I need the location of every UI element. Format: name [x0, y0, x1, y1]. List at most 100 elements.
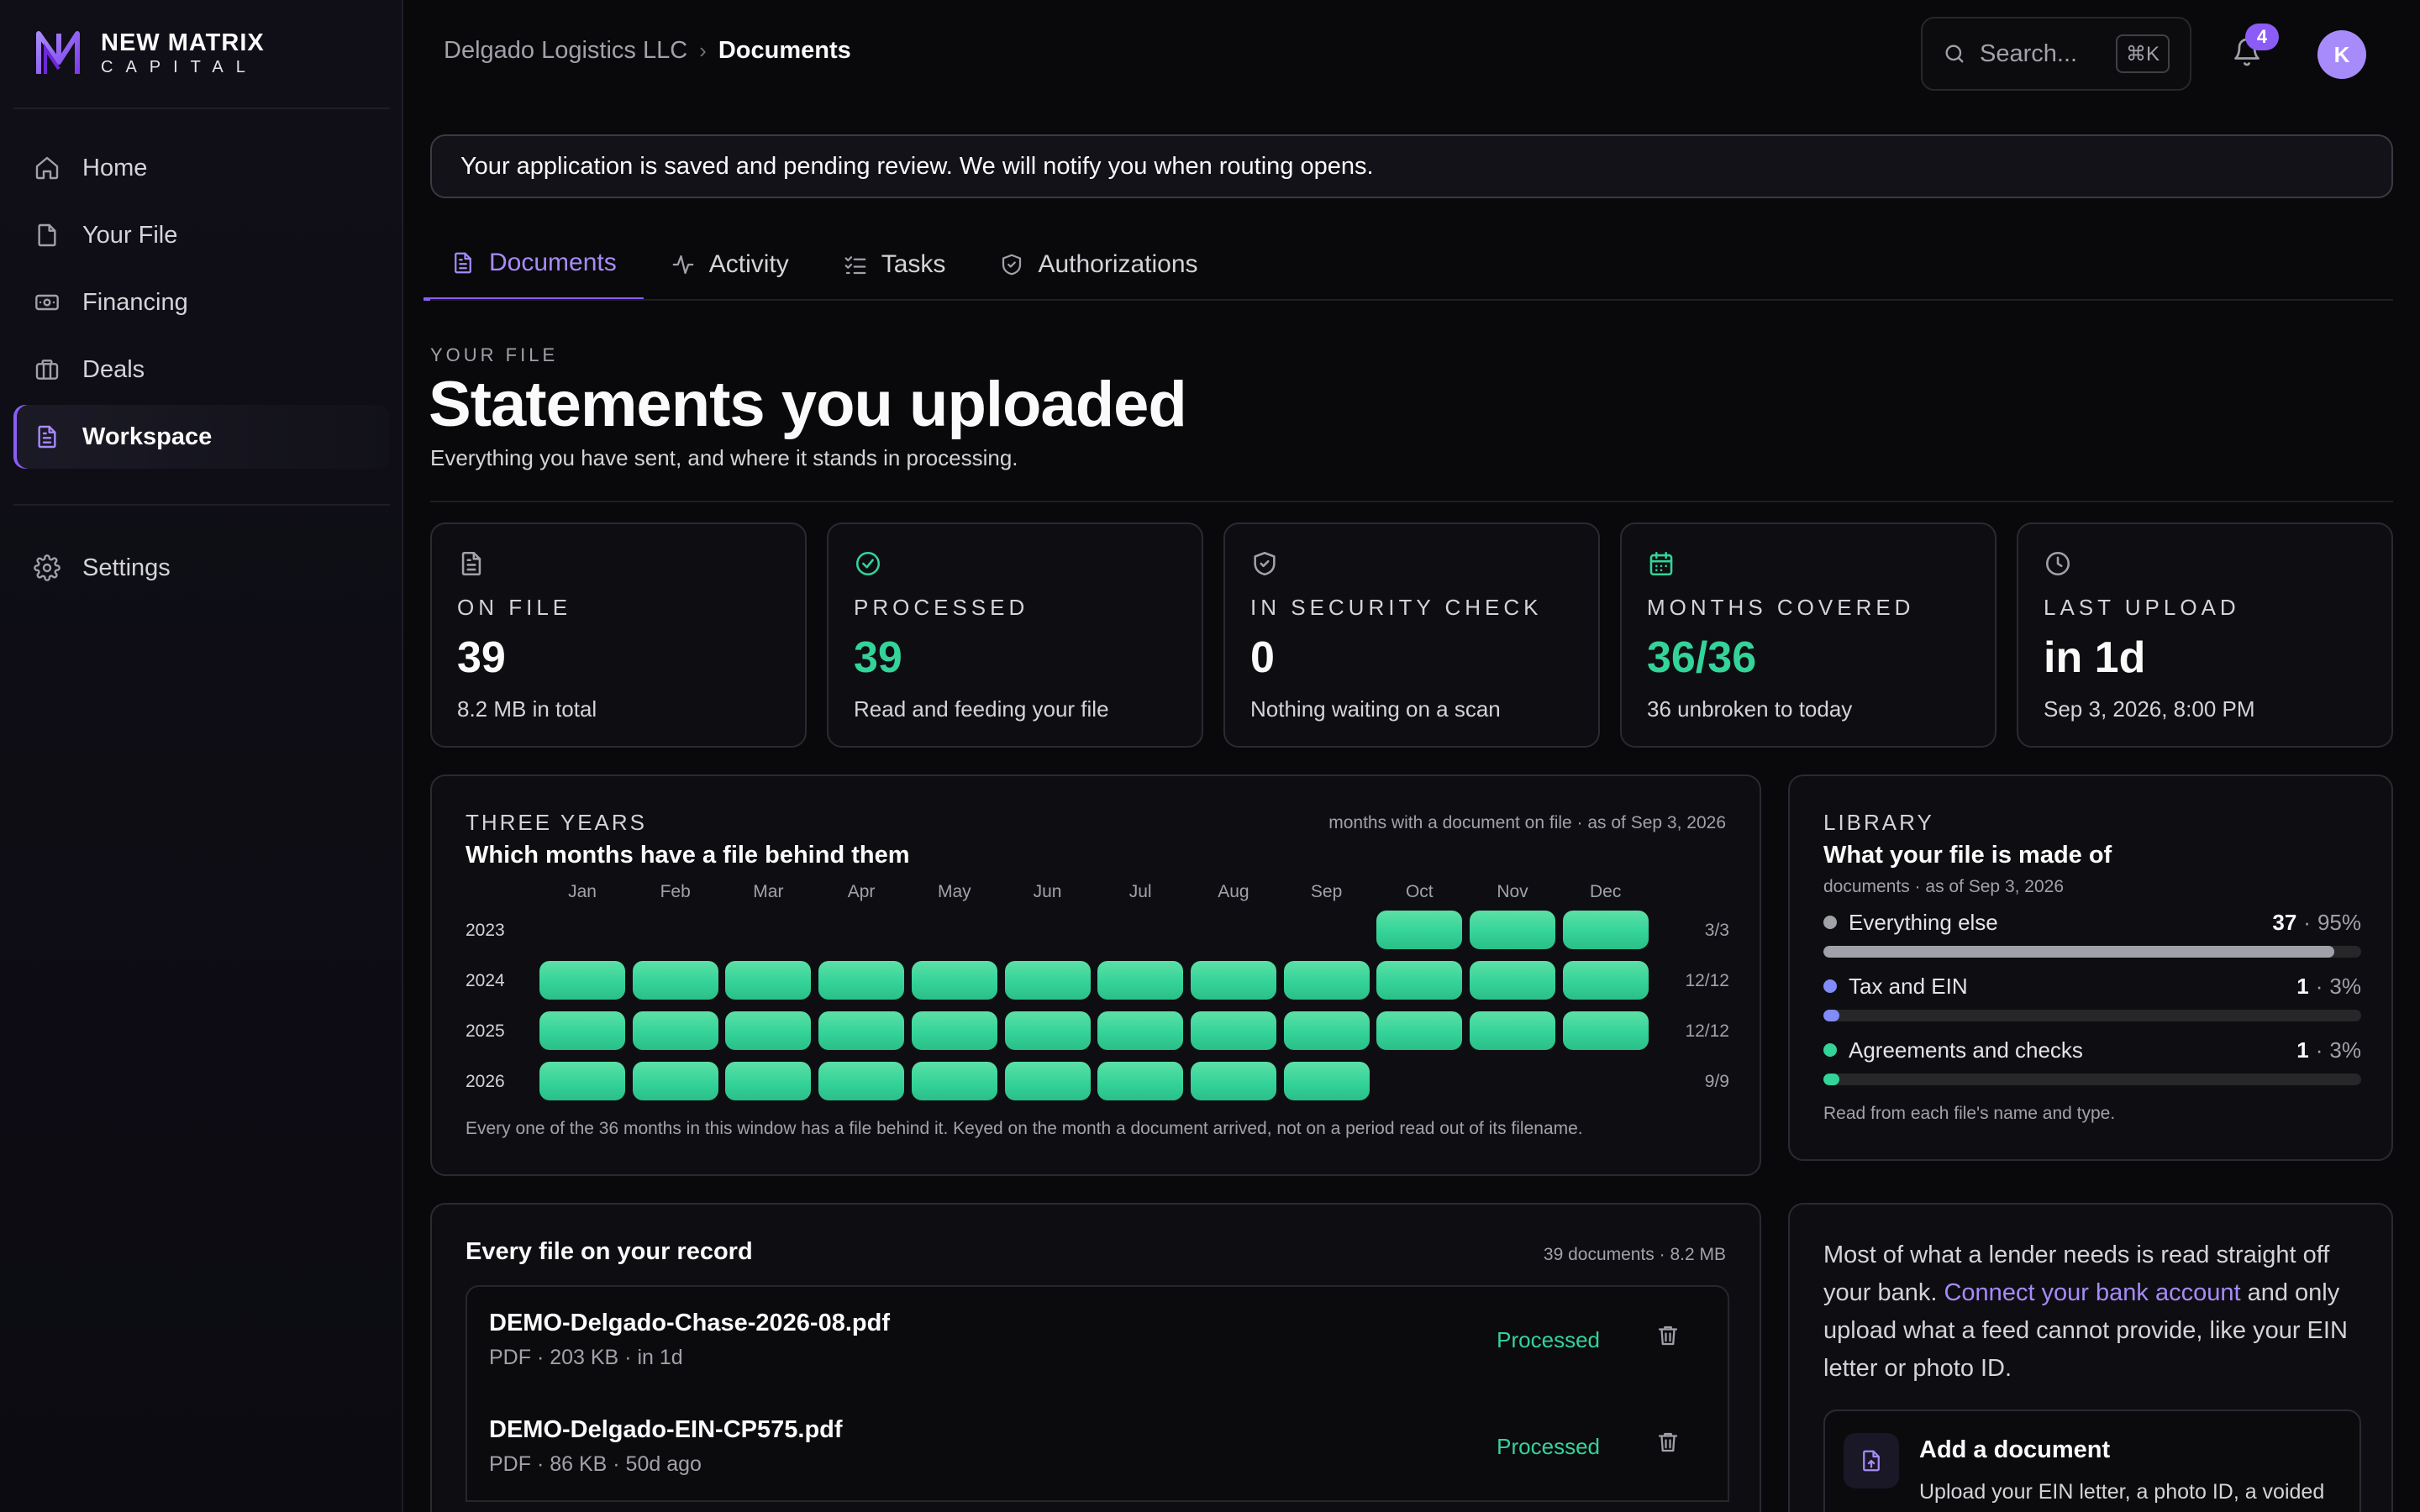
month-cell-covered[interactable] [818, 1062, 905, 1100]
library-item-percent-sep: · [2315, 973, 2323, 999]
month-cell-covered[interactable] [1097, 1062, 1184, 1100]
library-item-bar-fill [1823, 1010, 1840, 1021]
file-name[interactable]: DEMO-Delgado-EIN-CP575.pdf [489, 1416, 1497, 1444]
month-cell-covered[interactable] [632, 961, 718, 1000]
month-cell-covered[interactable] [1376, 1011, 1463, 1050]
calendar-footnote: Every one of the 36 months in this windo… [466, 1119, 1583, 1138]
avatar[interactable]: K [2317, 30, 2366, 79]
month-cell-covered[interactable] [818, 961, 905, 1000]
year-label: 2026 [466, 1072, 505, 1091]
month-cell-covered[interactable] [818, 1011, 905, 1050]
month-cell-covered[interactable] [725, 961, 812, 1000]
month-cell-covered[interactable] [1190, 1062, 1276, 1100]
month-cell-covered[interactable] [1283, 961, 1370, 1000]
month-cell-covered[interactable] [1190, 1011, 1276, 1050]
month-cell-covered[interactable] [539, 1011, 625, 1050]
add-document-title: Add a document [1919, 1436, 2111, 1463]
sidebar-item-financing[interactable]: Financing [13, 270, 390, 334]
sidebar-item-deals[interactable]: Deals [13, 338, 390, 402]
library-item-count: 1 [2296, 973, 2309, 999]
search-icon [1945, 45, 1964, 63]
document-icon [455, 252, 471, 274]
month-cell-covered[interactable] [1470, 911, 1555, 949]
sidebar: NEW MATRIX CAPITAL Home Your File Financ… [0, 0, 403, 1512]
month-cell-covered[interactable] [1004, 961, 1091, 1000]
brand-sub: CAPITAL [101, 58, 258, 76]
month-cell-covered[interactable] [911, 1011, 997, 1050]
legend-dot [1823, 979, 1837, 993]
bank-prompt: Most of what a lender needs is read stra… [1823, 1236, 2370, 1388]
month-cell-covered[interactable] [1190, 961, 1276, 1000]
month-cell-covered[interactable] [1470, 1011, 1555, 1050]
month-cell-covered[interactable] [725, 1062, 812, 1100]
tab-documents[interactable]: Documents [424, 228, 644, 301]
month-cell-covered[interactable] [1004, 1062, 1091, 1100]
breadcrumb: Delgado Logistics LLC › Documents [444, 37, 851, 65]
month-label: Aug [1218, 882, 1249, 901]
library-item-percent: 95% [2317, 909, 2361, 935]
month-label: Apr [847, 882, 876, 901]
month-cell-covered[interactable] [1376, 961, 1463, 1000]
month-cell-covered[interactable] [1283, 1062, 1370, 1100]
sidebar-item-settings[interactable]: Settings [13, 536, 390, 600]
delete-file-button[interactable] [1655, 1323, 1689, 1357]
stat-card-months-covered: MONTHS COVERED 36/36 36 unbroken to toda… [1620, 522, 1996, 748]
tab-tasks[interactable]: Tasks [816, 228, 973, 301]
breadcrumb-parent[interactable]: Delgado Logistics LLC [444, 37, 687, 65]
tab-activity[interactable]: Activity [644, 228, 816, 301]
library-item-bar [1823, 946, 2361, 958]
year-label: 2023 [466, 921, 505, 940]
file-name[interactable]: DEMO-Delgado-Chase-2026-08.pdf [489, 1310, 1497, 1337]
search-placeholder: Search... [1980, 39, 2078, 67]
upload-icon [1844, 1433, 1899, 1488]
file-icon [38, 223, 56, 247]
month-cell-covered[interactable] [1283, 1011, 1370, 1050]
month-cell-covered[interactable] [539, 961, 625, 1000]
connect-bank-link[interactable]: Connect your bank account [1944, 1279, 2240, 1306]
delete-file-button[interactable] [1655, 1430, 1689, 1463]
sidebar-divider [13, 108, 390, 109]
sidebar-nav: Home Your File Financing Deals Workspace [13, 136, 390, 472]
stat-card-processed: PROCESSED 39 Read and feeding your file [827, 522, 1203, 748]
tab-label: Activity [708, 250, 789, 278]
library-item-name: Everything else [1849, 909, 1998, 935]
month-cell-covered[interactable] [632, 1062, 718, 1100]
banknote-icon [35, 294, 59, 311]
brand-name: NEW MATRIX [101, 29, 265, 56]
month-cell-covered[interactable] [1470, 961, 1555, 1000]
sidebar-item-workspace[interactable]: Workspace [13, 405, 390, 469]
file-meta: PDF · 203 KB · in 1d [489, 1346, 683, 1369]
month-cell-covered[interactable] [1004, 1011, 1091, 1050]
month-cell-covered[interactable] [1097, 1011, 1184, 1050]
clock-icon [2045, 551, 2070, 576]
file-row[interactable]: DEMO-Delgado-EIN-CP575.pdf PDF · 86 KB ·… [466, 1393, 1729, 1502]
month-cell-covered[interactable] [1376, 911, 1463, 949]
tab-authorizations[interactable]: Authorizations [972, 228, 1224, 301]
stat-value: 39 [854, 633, 902, 682]
sidebar-item-home[interactable]: Home [13, 136, 390, 200]
file-row[interactable]: DEMO-Delgado-Chase-2026-08.pdf PDF · 203… [466, 1285, 1729, 1394]
month-cell-covered[interactable] [1562, 1011, 1649, 1050]
month-cell-covered[interactable] [632, 1011, 718, 1050]
sidebar-item-your-file[interactable]: Your File [13, 203, 390, 267]
month-cell-covered[interactable] [1562, 961, 1649, 1000]
trash-icon [1658, 1432, 1678, 1452]
add-document-button[interactable]: Add a document Upload your EIN letter, a… [1823, 1410, 2361, 1512]
page-subtitle: Everything you have sent, and where it s… [430, 445, 1018, 470]
stat-card-last-upload: LAST UPLOAD in 1d Sep 3, 2026, 8:00 PM [2017, 522, 2393, 748]
search-input[interactable]: Search... ⌘K [1921, 17, 2191, 91]
shield-icon [1002, 254, 1022, 276]
brand-logo[interactable]: NEW MATRIX CAPITAL [34, 29, 265, 77]
stat-card-security-check: IN SECURITY CHECK 0 Nothing waiting on a… [1223, 522, 1600, 748]
tab-bar: Documents Activity Tasks Authorizations [424, 228, 1225, 301]
month-cell-covered[interactable] [1562, 911, 1649, 949]
file-icon [461, 551, 481, 576]
month-label: Jul [1128, 882, 1152, 901]
month-cell-covered[interactable] [539, 1062, 625, 1100]
month-cell-covered[interactable] [911, 961, 997, 1000]
month-cell-covered[interactable] [911, 1062, 997, 1100]
notification-count-badge: 4 [2245, 24, 2279, 50]
library-item-bar [1823, 1010, 2361, 1021]
month-cell-covered[interactable] [725, 1011, 812, 1050]
month-cell-covered[interactable] [1097, 961, 1184, 1000]
